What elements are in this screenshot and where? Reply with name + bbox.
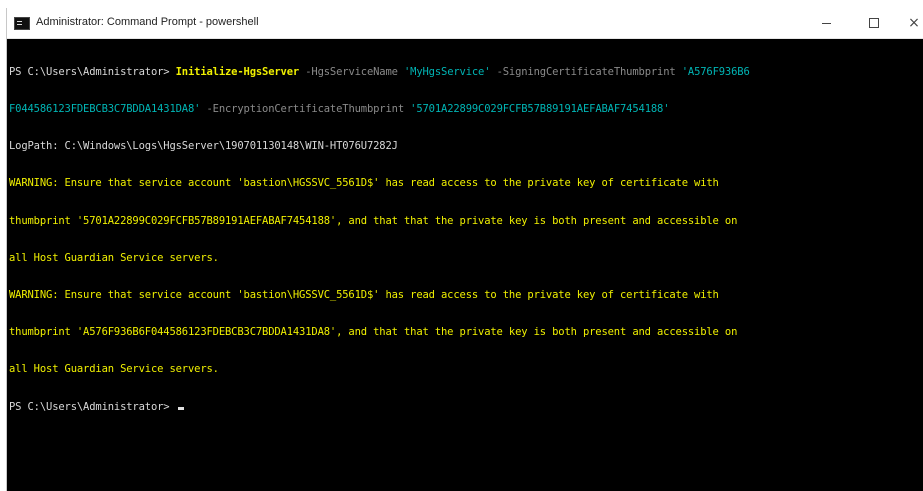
cmdlet-name: Initialize-HgsServer [175, 65, 300, 78]
parameter-encryption-thumbprint: -EncryptionCertificateThumbprint [200, 103, 411, 116]
window-title: Administrator: Command Prompt - powershe… [36, 16, 259, 28]
warning-line: all Host Guardian Service servers. [9, 251, 219, 264]
warning-line: WARNING: Ensure that service account 'ba… [9, 177, 719, 190]
close-icon: × [908, 15, 920, 31]
minimize-icon [821, 22, 831, 24]
value-encryption-thumbprint: '5701A22899C029FCFB57B89191AEFABAF745418… [410, 103, 670, 116]
title-bar[interactable]: Administrator: Command Prompt - powershe… [7, 8, 923, 39]
maximize-button[interactable] [853, 8, 895, 38]
console-output[interactable]: PS C:\Users\Administrator> Initialize-Hg… [9, 41, 923, 491]
command-line-2: F044586123FDEBCB3C7BDDA1431DA8' -Encrypt… [9, 103, 923, 115]
value-signing-thumbprint-part1: 'A576F936B6 [681, 65, 750, 78]
value-signing-thumbprint-part2: F044586123FDEBCB3C7BDDA1431DA8' [9, 103, 201, 116]
powershell-window: Administrator: Command Prompt - powershe… [6, 8, 923, 491]
command-line-1: PS C:\Users\Administrator> Initialize-Hg… [9, 66, 923, 78]
value-service-name: 'MyHgsService' [404, 65, 491, 78]
warning-line: thumbprint '5701A22899C029FCFB57B89191AE… [9, 214, 738, 227]
command-prompt-icon [14, 17, 30, 30]
prompt: PS C:\Users\Administrator> [9, 65, 176, 78]
warning-line: WARNING: Ensure that service account 'ba… [9, 289, 719, 302]
parameter-signing-thumbprint: -SigningCertificateThumbprint [490, 65, 682, 78]
close-button[interactable]: × [893, 8, 923, 38]
maximize-icon [869, 18, 879, 28]
logpath-line: LogPath: C:\Windows\Logs\HgsServer\19070… [9, 140, 398, 153]
final-prompt-line[interactable]: PS C:\Users\Administrator> [9, 401, 923, 413]
warning-line: thumbprint 'A576F936B6F044586123FDEBCB3C… [9, 326, 738, 339]
text-cursor [177, 406, 184, 410]
prompt: PS C:\Users\Administrator> [9, 400, 176, 413]
parameter-service-name: -HgsServiceName [299, 65, 404, 78]
minimize-button[interactable] [805, 8, 847, 38]
warning-line: all Host Guardian Service servers. [9, 363, 219, 376]
